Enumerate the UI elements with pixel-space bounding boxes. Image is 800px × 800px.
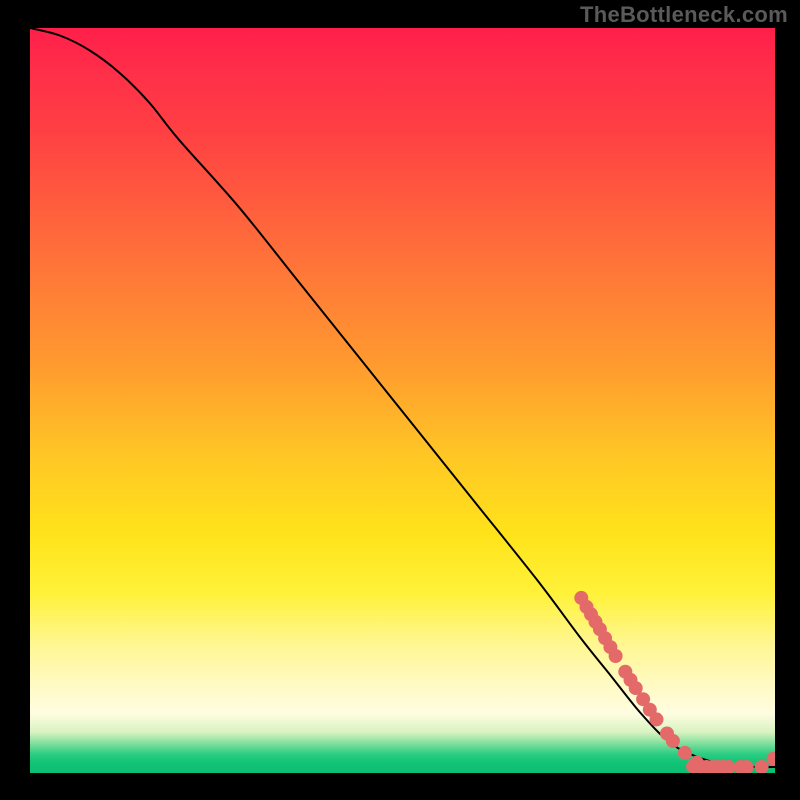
plot-area	[30, 28, 775, 773]
watermark-text: TheBottleneck.com	[580, 2, 788, 28]
background-gradient	[30, 28, 775, 773]
chart-frame: TheBottleneck.com	[0, 0, 800, 800]
